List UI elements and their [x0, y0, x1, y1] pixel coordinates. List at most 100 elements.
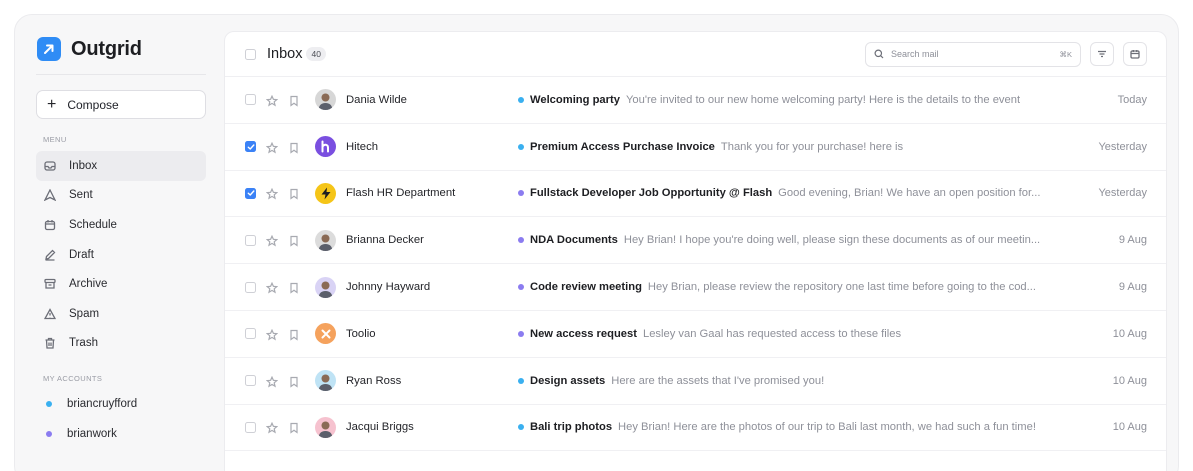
message-summary: NDA Documents Hey Brian! I hope you're do… [518, 234, 1057, 246]
compose-button[interactable]: + Compose [36, 90, 206, 119]
calendar-icon [44, 219, 56, 231]
account-item[interactable]: briancruyfford [36, 389, 206, 419]
search-input[interactable] [891, 49, 1053, 59]
email-row[interactable]: Jacqui Briggs Bali trip photos Hey Brian! … [225, 405, 1166, 452]
bookmark-icon[interactable] [288, 421, 300, 435]
row-checkbox[interactable] [245, 187, 256, 199]
bookmark-icon[interactable] [288, 281, 300, 294]
sidebar-item-label: Schedule [69, 218, 117, 231]
bookmark-icon[interactable] [288, 94, 300, 107]
sidebar-item-spam[interactable]: Spam [36, 299, 206, 329]
email-row[interactable]: Dania Wilde Welcoming party You're invited… [225, 77, 1166, 124]
email-row[interactable]: Ryan Ross Design assets Here are the asset… [225, 358, 1166, 405]
select-all-checkbox[interactable] [245, 48, 256, 60]
email-row[interactable]: Brianna Decker NDA Documents Hey Brian! I … [225, 217, 1166, 265]
bookmark-icon[interactable] [288, 234, 300, 247]
account-color-dot [46, 431, 52, 437]
inbox-icon [44, 160, 56, 172]
sidebar-item-trash[interactable]: Trash [36, 329, 206, 359]
star-icon[interactable] [265, 328, 279, 341]
row-checkbox[interactable] [245, 375, 256, 387]
star-icon[interactable] [265, 94, 279, 107]
menu-section-label: MENU [43, 135, 67, 144]
send-icon [44, 189, 56, 202]
email-row[interactable]: Toolio New access request Lesley van Gaal … [225, 311, 1166, 358]
mail-toolbar: Inbox 40 ⌘K [225, 32, 1166, 77]
sidebar-item-label: Archive [69, 278, 108, 291]
account-item[interactable]: brianwork [36, 419, 206, 449]
accounts-section-label: MY ACCOUNTS [43, 374, 103, 383]
message-summary: Design assets Here are the assets that I'… [518, 375, 1057, 387]
sidebar-item-label: Spam [69, 307, 100, 320]
email-date: Yesterday [1098, 187, 1147, 200]
email-list: Dania Wilde Welcoming party You're invited… [225, 77, 1166, 452]
sidebar-item-label: Sent [69, 189, 93, 202]
bookmark-icon[interactable] [288, 375, 300, 388]
message-summary: Premium Access Purchase Invoice Thank you… [518, 141, 1057, 153]
star-icon[interactable] [265, 141, 279, 154]
page-title: Inbox [267, 46, 303, 62]
sender-name: Brianna Decker [346, 234, 424, 247]
calendar-button[interactable] [1123, 42, 1147, 66]
sidebar-item-archive[interactable]: Archive [36, 269, 206, 299]
search-box[interactable]: ⌘K [865, 41, 1081, 67]
star-icon[interactable] [265, 281, 279, 294]
archive-icon [44, 278, 56, 290]
filter-icon [1098, 50, 1106, 58]
email-preview: Thank you for your purchase! here is [720, 140, 904, 153]
sidebar-nav: Inbox Sent Schedule Draft Archive Spam T… [36, 151, 206, 358]
sidebar-item-schedule[interactable]: Schedule [36, 210, 206, 240]
pencil-icon [44, 249, 56, 261]
email-row[interactable]: Johnny Hayward Code review meeting Hey Bri… [225, 264, 1166, 311]
row-checkbox[interactable] [245, 421, 256, 433]
bookmark-icon[interactable] [288, 141, 300, 154]
warning-icon [44, 307, 56, 320]
filter-button[interactable] [1090, 42, 1114, 66]
email-preview: Hey Brian! I hope you're doing well, ple… [623, 234, 1041, 247]
sidebar-item-inbox[interactable]: Inbox [36, 151, 206, 181]
email-subject: New access request [530, 327, 637, 340]
star-icon[interactable] [265, 187, 279, 200]
divider [36, 74, 206, 75]
sidebar-item-label: Draft [69, 248, 94, 261]
avatar [315, 229, 336, 251]
avatar [315, 370, 336, 392]
avatar [315, 323, 336, 345]
star-icon[interactable] [265, 375, 279, 388]
bookmark-icon[interactable] [288, 328, 300, 341]
email-row[interactable]: Hitech Premium Access Purchase Invoice Tha… [225, 124, 1166, 171]
plus-icon: + [47, 95, 57, 113]
sender-name: Hitech [346, 140, 379, 153]
star-icon[interactable] [265, 234, 279, 247]
sender-name: Dania Wilde [346, 93, 407, 106]
email-date: 10 Aug [1112, 327, 1147, 340]
avatar [315, 136, 336, 158]
row-checkbox[interactable] [245, 94, 256, 106]
sidebar-item-label: Trash [69, 337, 98, 350]
sidebar-item-sent[interactable]: Sent [36, 181, 206, 211]
row-checkbox[interactable] [245, 234, 256, 246]
email-preview: Hey Brian, please review the repository … [647, 281, 1036, 294]
star-icon[interactable] [265, 421, 279, 434]
row-checkbox[interactable] [245, 328, 256, 340]
email-row[interactable]: Flash HR Department Fullstack Developer J… [225, 171, 1166, 218]
mail-panel: Inbox 40 ⌘K Dania Wilde Welcoming party Yo… [224, 31, 1167, 471]
email-subject: Welcoming party [530, 93, 620, 106]
sender-name: Johnny Hayward [346, 281, 431, 294]
email-preview: Hey Brian! Here are the photos of our tr… [618, 421, 1036, 434]
email-date: 10 Aug [1112, 374, 1147, 387]
email-subject: NDA Documents [530, 234, 618, 247]
sender-name: Ryan Ross [346, 374, 402, 387]
calendar-icon [1130, 50, 1140, 59]
app-logo[interactable]: Outgrid [37, 37, 142, 61]
sidebar: Outgrid + Compose MENU Inbox Sent Schedu… [15, 15, 220, 471]
sidebar-item-draft[interactable]: Draft [36, 240, 206, 270]
message-summary: Fullstack Developer Job Opportunity @ Fl… [518, 187, 1057, 199]
row-checkbox[interactable] [245, 281, 256, 293]
compose-label: Compose [67, 97, 119, 112]
bookmark-icon[interactable] [288, 187, 300, 201]
row-checkbox[interactable] [245, 141, 256, 153]
sender-name: Flash HR Department [346, 187, 456, 200]
email-date: Yesterday [1098, 140, 1147, 153]
email-date: 10 Aug [1112, 421, 1147, 434]
